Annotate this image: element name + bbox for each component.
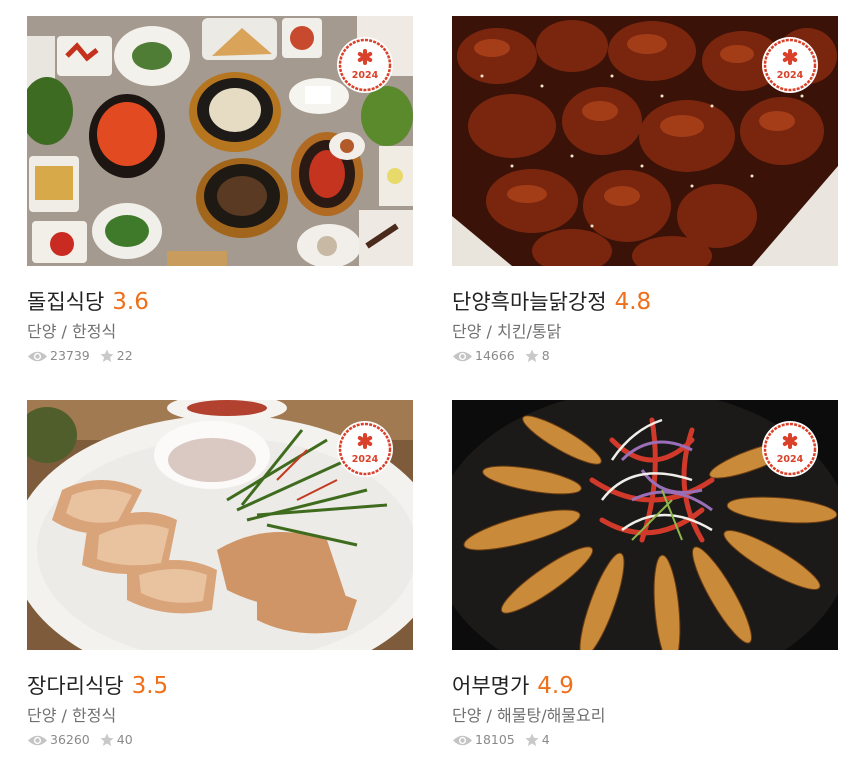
restaurant-card[interactable]: 2024 단양흑마늘닭강정 4.8 단양 / 치킨/통닭 14666 8 <box>452 16 838 365</box>
restaurant-card[interactable]: 2024 어부명가 4.9 단양 / 해물탕/해물요리 18105 4 <box>452 400 838 749</box>
restaurant-category: 한정식 <box>72 706 117 725</box>
restaurant-photo[interactable]: 2024 <box>452 16 838 266</box>
restaurant-rating: 3.5 <box>131 673 169 699</box>
badge-year: 2024 <box>352 70 379 81</box>
restaurant-photo[interactable]: 2024 <box>27 400 413 650</box>
restaurant-rating: 4.8 <box>614 289 652 315</box>
meta-separator: / <box>486 706 492 725</box>
restaurant-name[interactable]: 돌집식당 <box>27 290 104 314</box>
badge-year: 2024 <box>777 70 804 81</box>
view-count: 14666 <box>475 348 515 363</box>
star-icon <box>100 349 114 362</box>
star-icon <box>100 733 114 746</box>
restaurant-category: 한정식 <box>72 322 117 341</box>
award-2024-badge-icon: 2024 <box>762 37 818 93</box>
eye-icon <box>453 735 472 745</box>
restaurant-card[interactable]: 2024 장다리식당 3.5 단양 / 한정식 36260 40 <box>27 400 413 749</box>
restaurant-card[interactable]: 2024 돌집식당 3.6 단양 / 한정식 23739 22 <box>27 16 413 365</box>
eye-icon <box>453 351 472 361</box>
favorite-count: 22 <box>116 348 133 363</box>
badge-year: 2024 <box>777 454 804 465</box>
restaurant-category-line: 단양 / 치킨/통닭 <box>452 321 838 343</box>
restaurant-name[interactable]: 단양흑마늘닭강정 <box>452 290 607 314</box>
restaurant-name[interactable]: 장다리식당 <box>27 674 124 698</box>
meta-separator: / <box>61 322 67 341</box>
badge-year: 2024 <box>352 454 379 465</box>
restaurant-category-line: 단양 / 한정식 <box>27 321 413 343</box>
restaurant-category: 해물탕/해물요리 <box>497 706 606 725</box>
restaurant-photo[interactable]: 2024 <box>452 400 838 650</box>
favorite-count: 4 <box>541 732 550 747</box>
award-2024-badge-icon: 2024 <box>762 421 818 477</box>
favorite-count: 40 <box>116 732 133 747</box>
restaurant-region: 단양 <box>27 322 57 341</box>
eye-icon <box>28 735 47 745</box>
star-icon <box>525 733 539 746</box>
restaurant-category-line: 단양 / 해물탕/해물요리 <box>452 705 838 727</box>
eye-icon <box>28 351 47 361</box>
view-count: 36260 <box>50 732 90 747</box>
view-count: 18105 <box>475 732 515 747</box>
view-count: 23739 <box>50 348 90 363</box>
restaurant-photo[interactable]: 2024 <box>27 16 413 266</box>
restaurant-region: 단양 <box>27 706 57 725</box>
favorite-count: 8 <box>541 348 550 363</box>
award-2024-badge-icon: 2024 <box>337 421 393 477</box>
restaurant-region: 단양 <box>452 322 482 341</box>
star-icon <box>525 349 539 362</box>
restaurant-name[interactable]: 어부명가 <box>452 674 529 698</box>
award-2024-badge-icon: 2024 <box>337 37 393 93</box>
restaurant-category: 치킨/통닭 <box>497 322 562 341</box>
meta-separator: / <box>486 322 492 341</box>
restaurant-region: 단양 <box>452 706 482 725</box>
restaurant-rating: 4.9 <box>537 673 574 699</box>
restaurant-rating: 3.6 <box>112 289 149 315</box>
meta-separator: / <box>61 706 67 725</box>
restaurant-category-line: 단양 / 한정식 <box>27 705 413 727</box>
